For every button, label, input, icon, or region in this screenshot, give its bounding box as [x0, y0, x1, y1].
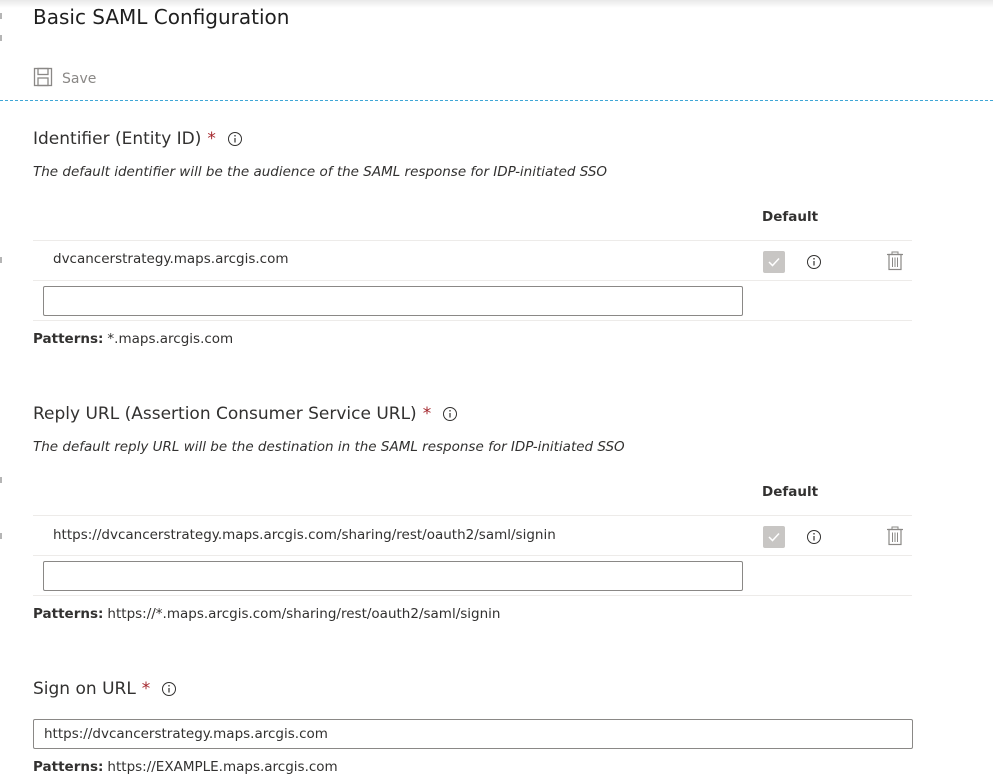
row-divider — [33, 240, 912, 241]
patterns-value: https://EXAMPLE.maps.arcgis.com — [107, 759, 338, 775]
info-icon[interactable] — [806, 529, 822, 549]
sign-on-title: Sign on URL — [33, 679, 136, 699]
info-icon[interactable] — [806, 254, 822, 274]
row-divider — [33, 515, 912, 516]
sign-on-patterns: Patterns: https://EXAMPLE.maps.arcgis.com — [33, 759, 338, 775]
reply-url-section-title: Reply URL (Assertion Consumer Service UR… — [33, 404, 458, 424]
scroll-marker — [0, 477, 2, 483]
required-indicator: * — [141, 679, 151, 699]
row-divider — [33, 595, 912, 596]
patterns-label: Patterns: — [33, 331, 104, 347]
identifier-new-input[interactable] — [43, 286, 743, 316]
patterns-value: https://*.maps.arcgis.com/sharing/rest/o… — [107, 606, 501, 622]
identifier-title: Identifier (Entity ID) — [33, 129, 202, 149]
scroll-marker — [0, 35, 2, 41]
reply-url-value: https://dvcancerstrategy.maps.arcgis.com… — [53, 527, 556, 543]
row-divider — [33, 320, 912, 321]
scroll-marker — [0, 13, 2, 19]
checkmark-icon — [768, 257, 780, 267]
identifier-description: The default identifier will be the audie… — [33, 164, 608, 180]
patterns-label: Patterns: — [33, 759, 104, 775]
reply-url-new-input[interactable] — [43, 561, 743, 591]
info-icon[interactable] — [442, 406, 458, 422]
save-label: Save — [62, 71, 97, 87]
row-divider — [33, 555, 912, 556]
toolbar-divider — [0, 100, 993, 101]
default-checkbox[interactable] — [763, 251, 785, 273]
sign-on-section-title: Sign on URL * — [33, 679, 177, 699]
save-button[interactable]: Save — [33, 67, 96, 91]
default-checkbox[interactable] — [763, 526, 785, 548]
scroll-marker — [0, 533, 2, 539]
identifier-section-title: Identifier (Entity ID) * — [33, 129, 243, 149]
trash-icon[interactable] — [886, 526, 904, 550]
save-icon — [33, 67, 53, 91]
patterns-label: Patterns: — [33, 606, 104, 622]
info-icon[interactable] — [161, 681, 177, 697]
identifier-value: dvcancerstrategy.maps.arcgis.com — [53, 251, 289, 267]
default-column-header: Default — [762, 209, 819, 225]
required-indicator: * — [422, 404, 432, 424]
page-title: Basic SAML Configuration — [33, 5, 290, 29]
default-column-header: Default — [762, 484, 819, 500]
identifier-patterns: Patterns: *.maps.arcgis.com — [33, 331, 233, 347]
reply-url-title: Reply URL (Assertion Consumer Service UR… — [33, 404, 417, 424]
trash-icon[interactable] — [886, 251, 904, 275]
sign-on-url-input[interactable] — [33, 719, 913, 749]
info-icon[interactable] — [227, 131, 243, 147]
scroll-marker — [0, 257, 2, 263]
reply-url-patterns: Patterns: https://*.maps.arcgis.com/shari… — [33, 606, 500, 622]
required-indicator: * — [207, 129, 216, 149]
checkmark-icon — [768, 532, 780, 542]
row-divider — [33, 280, 912, 281]
reply-url-description: The default reply URL will be the destin… — [33, 439, 625, 455]
patterns-value: *.maps.arcgis.com — [107, 331, 234, 347]
